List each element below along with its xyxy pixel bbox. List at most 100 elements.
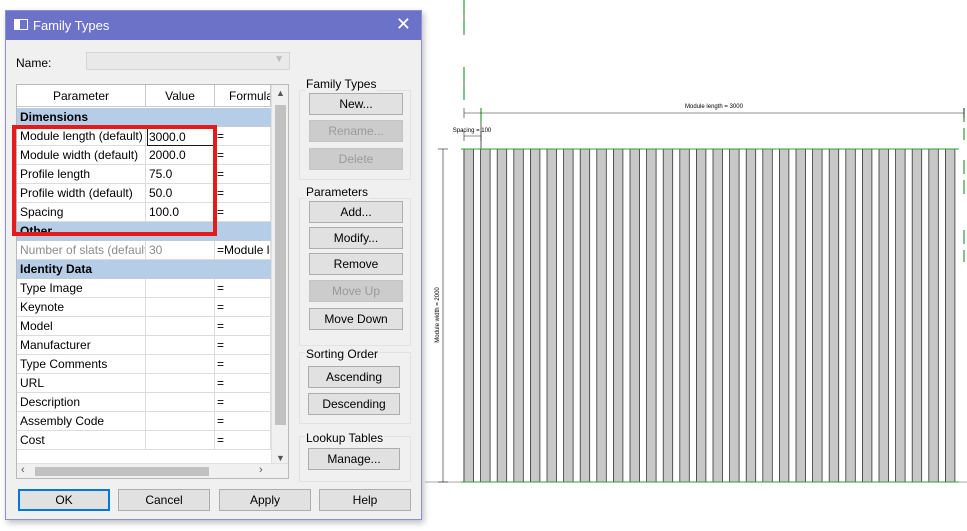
- column-header-formula[interactable]: Formula: [215, 85, 271, 107]
- apply-button[interactable]: Apply: [219, 489, 311, 511]
- parameter-row[interactable]: Keynote =: [17, 298, 271, 317]
- parameter-name-cell: Description: [17, 393, 146, 412]
- parameter-formula-cell[interactable]: =: [215, 165, 271, 184]
- parameters-group-title: Parameters: [305, 185, 370, 199]
- close-icon[interactable]: ✕: [396, 14, 411, 34]
- parameter-formula-cell[interactable]: =: [215, 203, 271, 222]
- descending-button[interactable]: Descending: [308, 393, 400, 415]
- horizontal-scrollbar[interactable]: ‹ ›: [17, 463, 288, 478]
- scroll-right-icon[interactable]: ›: [259, 464, 263, 476]
- column-header-value[interactable]: Value: [146, 85, 215, 107]
- vertical-scroll-thumb[interactable]: [275, 105, 286, 425]
- slat: [646, 148, 657, 483]
- slat: [928, 148, 939, 483]
- ok-button[interactable]: OK: [18, 489, 110, 511]
- slat-module-drawing: Module length = 3000 Spacing = 100 Modul…: [425, 0, 967, 483]
- slat: [629, 148, 640, 483]
- parameter-formula-cell[interactable]: =: [215, 184, 271, 203]
- add-parameter-button[interactable]: Add...: [309, 201, 403, 223]
- parameter-value-cell[interactable]: [146, 355, 215, 374]
- sorting-order-group-title: Sorting Order: [305, 347, 380, 361]
- parameter-value-cell[interactable]: [146, 336, 215, 355]
- remove-parameter-button[interactable]: Remove: [309, 253, 403, 275]
- parameter-value-cell[interactable]: [146, 298, 215, 317]
- slats: [461, 148, 959, 483]
- slat: [563, 148, 574, 483]
- parameter-value-cell[interactable]: [146, 412, 215, 431]
- name-dropdown[interactable]: ▼: [86, 52, 290, 70]
- slat: [679, 148, 690, 483]
- move-up-button[interactable]: Move Up: [309, 280, 403, 302]
- parameter-formula-cell[interactable]: =: [215, 374, 271, 393]
- parameter-formula-cell[interactable]: =: [215, 431, 271, 450]
- vertical-scrollbar[interactable]: ▲ ▼: [271, 85, 288, 465]
- manage-lookup-button[interactable]: Manage...: [308, 448, 400, 470]
- parameter-value-cell[interactable]: [146, 317, 215, 336]
- parameter-formula-cell[interactable]: =: [215, 355, 271, 374]
- parameter-value-cell[interactable]: [146, 431, 215, 450]
- slat: [463, 148, 474, 483]
- ascending-button[interactable]: Ascending: [308, 366, 400, 388]
- parameter-formula-cell[interactable]: =Module le: [215, 241, 271, 260]
- delete-type-button[interactable]: Delete: [309, 148, 403, 170]
- parameter-value-cell[interactable]: [146, 393, 215, 412]
- rename-type-button[interactable]: Rename...: [309, 120, 403, 142]
- dialog-titlebar[interactable]: Family Types ✕: [6, 11, 421, 40]
- parameter-row[interactable]: URL =: [17, 374, 271, 393]
- slat: [546, 148, 557, 483]
- slat: [579, 148, 591, 483]
- slat: [496, 148, 508, 483]
- module-width-label: Module width = 2000: [435, 287, 441, 343]
- parameter-row[interactable]: Description =: [17, 393, 271, 412]
- parameter-name-cell: Cost: [17, 431, 146, 450]
- family-types-group-title: Family Types: [305, 77, 378, 91]
- chevron-down-icon: ▼: [274, 54, 284, 65]
- dialog-title: Family Types: [33, 18, 110, 33]
- parameter-formula-cell[interactable]: =: [215, 412, 271, 431]
- parameter-name-cell: Assembly Code: [17, 412, 146, 431]
- new-type-button[interactable]: New...: [309, 93, 403, 115]
- parameter-name-cell: Manufacturer: [17, 336, 146, 355]
- column-header-parameter[interactable]: Parameter: [17, 85, 146, 107]
- horizontal-scroll-thumb[interactable]: [35, 467, 209, 476]
- spacing-label: Spacing = 100: [453, 128, 492, 134]
- parameter-formula-cell[interactable]: =: [215, 393, 271, 412]
- parameter-name-cell: Model: [17, 317, 146, 336]
- slat: [795, 148, 806, 483]
- scroll-left-icon[interactable]: ‹: [21, 464, 25, 476]
- cancel-button[interactable]: Cancel: [118, 489, 210, 511]
- scroll-down-icon[interactable]: ▼: [272, 453, 288, 463]
- move-down-button[interactable]: Move Down: [309, 308, 403, 330]
- parameter-value-cell[interactable]: [146, 374, 215, 393]
- help-button[interactable]: Help: [319, 489, 411, 511]
- parameter-row[interactable]: Manufacturer =: [17, 336, 271, 355]
- parameter-value-cell[interactable]: 30: [146, 241, 215, 260]
- parameter-row[interactable]: Type Comments =: [17, 355, 271, 374]
- slat: [861, 148, 873, 483]
- parameter-value-cell[interactable]: [146, 279, 215, 298]
- parameter-row[interactable]: Cost =: [17, 431, 271, 450]
- slat: [480, 148, 491, 483]
- parameter-row[interactable]: Model =: [17, 317, 271, 336]
- slat: [530, 148, 541, 483]
- parameter-row[interactable]: Type Image =: [17, 279, 271, 298]
- parameter-formula-cell[interactable]: =: [215, 317, 271, 336]
- group-header[interactable]: Identity Data: [17, 260, 271, 279]
- slat: [812, 148, 823, 483]
- parameter-formula-cell[interactable]: =: [215, 298, 271, 317]
- family-types-dialog: Family Types ✕ Name: ▼ Parameter Value F…: [5, 10, 422, 520]
- parameter-row[interactable]: Number of slats (default) 30 =Module le: [17, 241, 271, 260]
- slat: [662, 148, 674, 483]
- parameter-formula-cell[interactable]: =: [215, 279, 271, 298]
- slat: [845, 148, 856, 483]
- parameter-name-cell: URL: [17, 374, 146, 393]
- slat: [945, 148, 956, 483]
- slat: [712, 148, 723, 483]
- parameter-formula-cell[interactable]: =: [215, 127, 271, 146]
- parameter-row[interactable]: Assembly Code =: [17, 412, 271, 431]
- parameter-name-cell: Keynote: [17, 298, 146, 317]
- scroll-up-icon[interactable]: ▲: [272, 88, 288, 98]
- modify-parameter-button[interactable]: Modify...: [309, 227, 403, 249]
- parameter-formula-cell[interactable]: =: [215, 336, 271, 355]
- parameter-formula-cell[interactable]: =: [215, 146, 271, 165]
